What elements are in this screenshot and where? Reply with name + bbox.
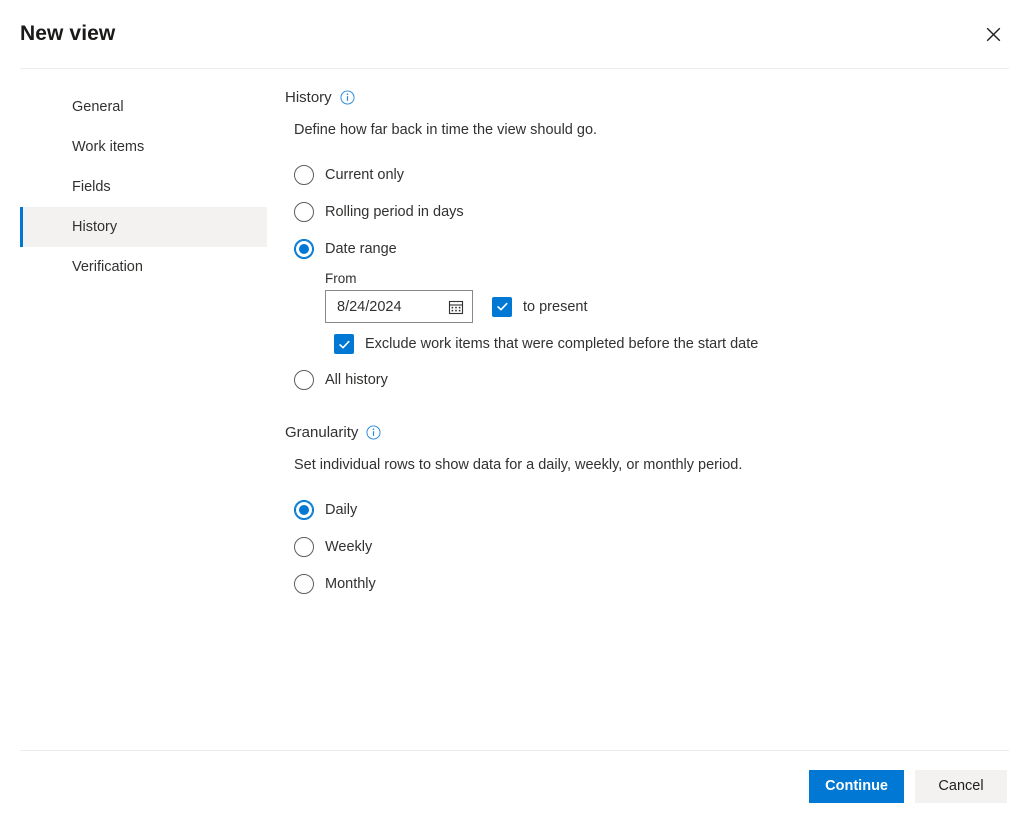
- radio-label: Rolling period in days: [325, 204, 464, 220]
- radio-rolling-period[interactable]: Rolling period in days: [294, 193, 1005, 230]
- radio-button-indicator: [294, 500, 314, 520]
- from-label: From: [325, 271, 1005, 286]
- granularity-section-header: Granularity: [285, 424, 1005, 441]
- radio-all-history[interactable]: All history: [294, 361, 1005, 398]
- sidebar-item-history[interactable]: History: [20, 207, 267, 247]
- radio-date-range[interactable]: Date range: [294, 230, 1005, 267]
- from-date-line: to present: [325, 290, 1005, 323]
- sidebar-item-label: Verification: [72, 259, 143, 275]
- info-icon[interactable]: [366, 425, 381, 440]
- new-view-dialog: New view General Work items Fields Histo…: [0, 0, 1029, 821]
- page-title: New view: [20, 22, 115, 46]
- granularity-section-title: Granularity: [285, 424, 358, 441]
- radio-button-indicator: [294, 239, 314, 259]
- radio-weekly[interactable]: Weekly: [294, 528, 1005, 565]
- radio-label: Daily: [325, 502, 357, 518]
- dialog-body: General Work items Fields History Verifi…: [0, 69, 1029, 750]
- history-section-title: History: [285, 89, 332, 106]
- sidebar-item-general[interactable]: General: [20, 87, 267, 127]
- checkbox-to-present[interactable]: to present: [492, 297, 588, 317]
- radio-current-only[interactable]: Current only: [294, 156, 1005, 193]
- sidebar-item-fields[interactable]: Fields: [20, 167, 267, 207]
- radio-label: Current only: [325, 167, 404, 183]
- sidebar-item-label: History: [72, 219, 117, 235]
- radio-button-indicator: [294, 537, 314, 557]
- calendar-icon[interactable]: [447, 298, 464, 315]
- radio-label: Date range: [325, 241, 397, 257]
- dialog-footer: Continue Cancel: [0, 751, 1029, 821]
- history-section-header: History: [285, 89, 1005, 106]
- checkbox-indicator: [492, 297, 512, 317]
- radio-label: All history: [325, 372, 388, 388]
- radio-monthly[interactable]: Monthly: [294, 565, 1005, 602]
- dialog-header: New view: [0, 0, 1029, 68]
- sidebar-item-verification[interactable]: Verification: [20, 247, 267, 287]
- info-icon[interactable]: [340, 90, 355, 105]
- radio-label: Monthly: [325, 576, 376, 592]
- radio-button-indicator: [294, 165, 314, 185]
- granularity-description: Set individual rows to show data for a d…: [294, 457, 1005, 473]
- radio-button-indicator: [294, 370, 314, 390]
- sidebar-item-work-items[interactable]: Work items: [20, 127, 267, 167]
- settings-panel: History Define how far back in time the …: [267, 69, 1029, 602]
- history-description: Define how far back in time the view sho…: [294, 122, 1005, 138]
- sidebar: General Work items Fields History Verifi…: [0, 69, 267, 287]
- radio-button-indicator: [294, 574, 314, 594]
- checkbox-label: to present: [523, 299, 588, 315]
- radio-button-indicator: [294, 202, 314, 222]
- close-icon[interactable]: [977, 18, 1009, 50]
- checkbox-label: Exclude work items that were completed b…: [365, 336, 758, 352]
- date-range-options: From: [325, 271, 1005, 354]
- from-date-input[interactable]: [337, 299, 447, 315]
- cancel-button[interactable]: Cancel: [915, 770, 1007, 803]
- radio-label: Weekly: [325, 539, 372, 555]
- continue-button[interactable]: Continue: [809, 770, 904, 803]
- sidebar-item-label: General: [72, 99, 124, 115]
- radio-daily[interactable]: Daily: [294, 491, 1005, 528]
- from-date-field[interactable]: [325, 290, 473, 323]
- checkbox-exclude-completed[interactable]: Exclude work items that were completed b…: [334, 334, 1005, 354]
- sidebar-item-label: Work items: [72, 139, 144, 155]
- sidebar-item-label: Fields: [72, 179, 111, 195]
- granularity-section: Granularity Set individual rows to show …: [285, 424, 1005, 602]
- checkbox-indicator: [334, 334, 354, 354]
